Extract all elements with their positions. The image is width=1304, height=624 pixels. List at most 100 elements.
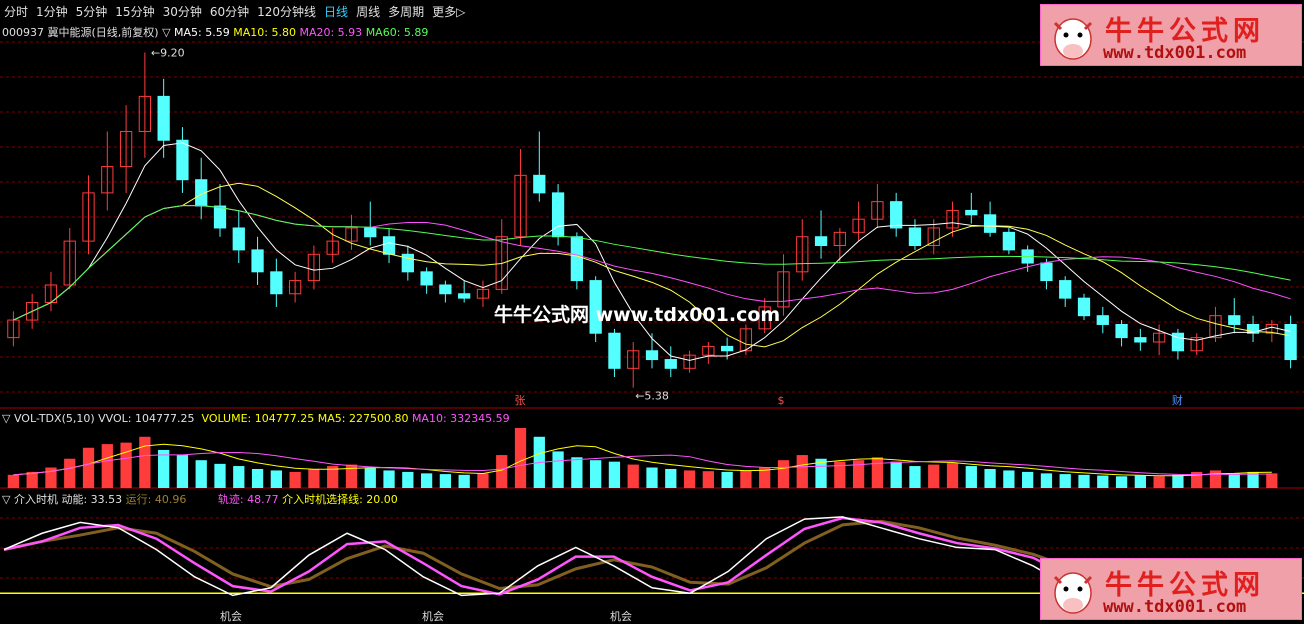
high-price-label: ←9.20: [151, 47, 185, 60]
volume-bar: [665, 468, 677, 488]
volume-bar: [176, 455, 189, 488]
volume-bar: [552, 451, 564, 488]
volume-bar: [683, 470, 696, 488]
candle-body: [664, 359, 677, 369]
candle-body: [251, 249, 264, 273]
volume-bar: [890, 461, 902, 488]
volume-bar: [1228, 473, 1240, 488]
candle-body: [1059, 280, 1072, 299]
candle-body: [1115, 323, 1128, 339]
cow-logo-icon: [1053, 18, 1093, 60]
volume-bar: [909, 466, 921, 488]
candle-body: [814, 236, 828, 247]
candle-body: [570, 236, 584, 282]
volume-bar: [364, 467, 376, 488]
candle-body: [608, 332, 621, 369]
candle-body: [213, 205, 227, 229]
volume-bar: [1097, 475, 1109, 488]
volume-bar: [608, 461, 621, 488]
candle-body: [908, 227, 922, 247]
volume-bar: [702, 471, 714, 488]
volume-bar: [477, 473, 489, 488]
volume-bar: [777, 460, 790, 488]
candle-body: [533, 174, 546, 194]
volume-bar: [195, 460, 207, 488]
candle-body: [176, 139, 189, 181]
volume-bar: [289, 471, 301, 488]
volume-bar: [871, 457, 884, 488]
event-marker: 张: [515, 394, 526, 407]
low-price-label: ←5.38: [635, 390, 669, 403]
volume-bar: [139, 436, 151, 488]
volume-bar: [420, 473, 433, 488]
candle-body: [645, 350, 659, 361]
volume-bar: [64, 458, 76, 488]
volume-bar: [984, 468, 996, 488]
candle-body: [1002, 231, 1016, 251]
volume-bar: [402, 471, 414, 488]
candle-body: [1096, 315, 1109, 325]
candle-body: [439, 284, 452, 295]
volume-bar: [928, 464, 940, 488]
volume-bar: [214, 463, 226, 488]
watermark-top: 牛牛公式网 www.tdx001.com: [1040, 4, 1302, 66]
candle-body: [157, 95, 170, 141]
volume-bar: [233, 466, 245, 488]
volume-bar: [1040, 473, 1053, 488]
candle-body: [420, 271, 433, 286]
candle-body: [232, 227, 245, 251]
volume-bar: [120, 442, 132, 488]
candle-body: [983, 214, 997, 233]
volume-bar: [721, 471, 733, 488]
volume-bar: [251, 468, 264, 488]
volume-bar: [158, 449, 170, 488]
volume-bar: [571, 457, 583, 488]
candle-body: [551, 192, 565, 238]
candle-body: [458, 293, 471, 299]
event-marker: $: [777, 394, 784, 407]
volume-bar: [26, 471, 38, 488]
candle-body: [1228, 315, 1241, 325]
center-watermark: 牛牛公式网 www.tdx001.com: [494, 304, 781, 326]
candle-body: [270, 271, 283, 295]
volume-bar: [496, 455, 508, 488]
signal-label: 机会: [610, 609, 632, 623]
volume-bar: [1115, 476, 1128, 488]
volume-bar: [101, 444, 113, 488]
volume-bar: [627, 464, 639, 488]
volume-bar: [514, 428, 527, 488]
candle-body: [1077, 297, 1091, 317]
signal-label: 机会: [422, 609, 444, 623]
volume-bar: [796, 455, 808, 488]
volume-bar: [646, 467, 658, 488]
volume-bar: [1059, 474, 1071, 488]
volume-bar: [740, 470, 752, 488]
volume-bar: [308, 468, 320, 488]
volume-bar: [590, 460, 602, 488]
volume-bar: [7, 474, 20, 488]
signal-label: 机会: [220, 609, 242, 623]
cow-logo-icon: [1053, 572, 1093, 614]
candle-body: [1284, 323, 1297, 361]
volume-bar: [946, 463, 959, 488]
event-marker: 财: [1172, 393, 1183, 407]
candle-body: [364, 227, 377, 238]
candle-body: [382, 236, 396, 255]
candle-body: [1040, 262, 1053, 282]
volume-bar: [1266, 473, 1278, 488]
volume-bar: [439, 474, 452, 488]
volume-bar: [1134, 475, 1146, 488]
volume-bar: [270, 470, 282, 488]
volume-bar: [1022, 471, 1034, 488]
volume-bar: [1209, 470, 1222, 488]
candle-body: [1134, 337, 1147, 343]
volume-bar: [82, 447, 95, 488]
watermark-url: www.tdx001.com: [1103, 43, 1247, 63]
candle-body: [890, 201, 903, 229]
volume-bar: [458, 474, 470, 488]
volume-bar: [1078, 474, 1090, 488]
watermark-url: www.tdx001.com: [1103, 597, 1247, 617]
volume-bar: [1153, 476, 1165, 488]
volume-bar: [1003, 470, 1015, 488]
volume-bar: [965, 466, 977, 488]
